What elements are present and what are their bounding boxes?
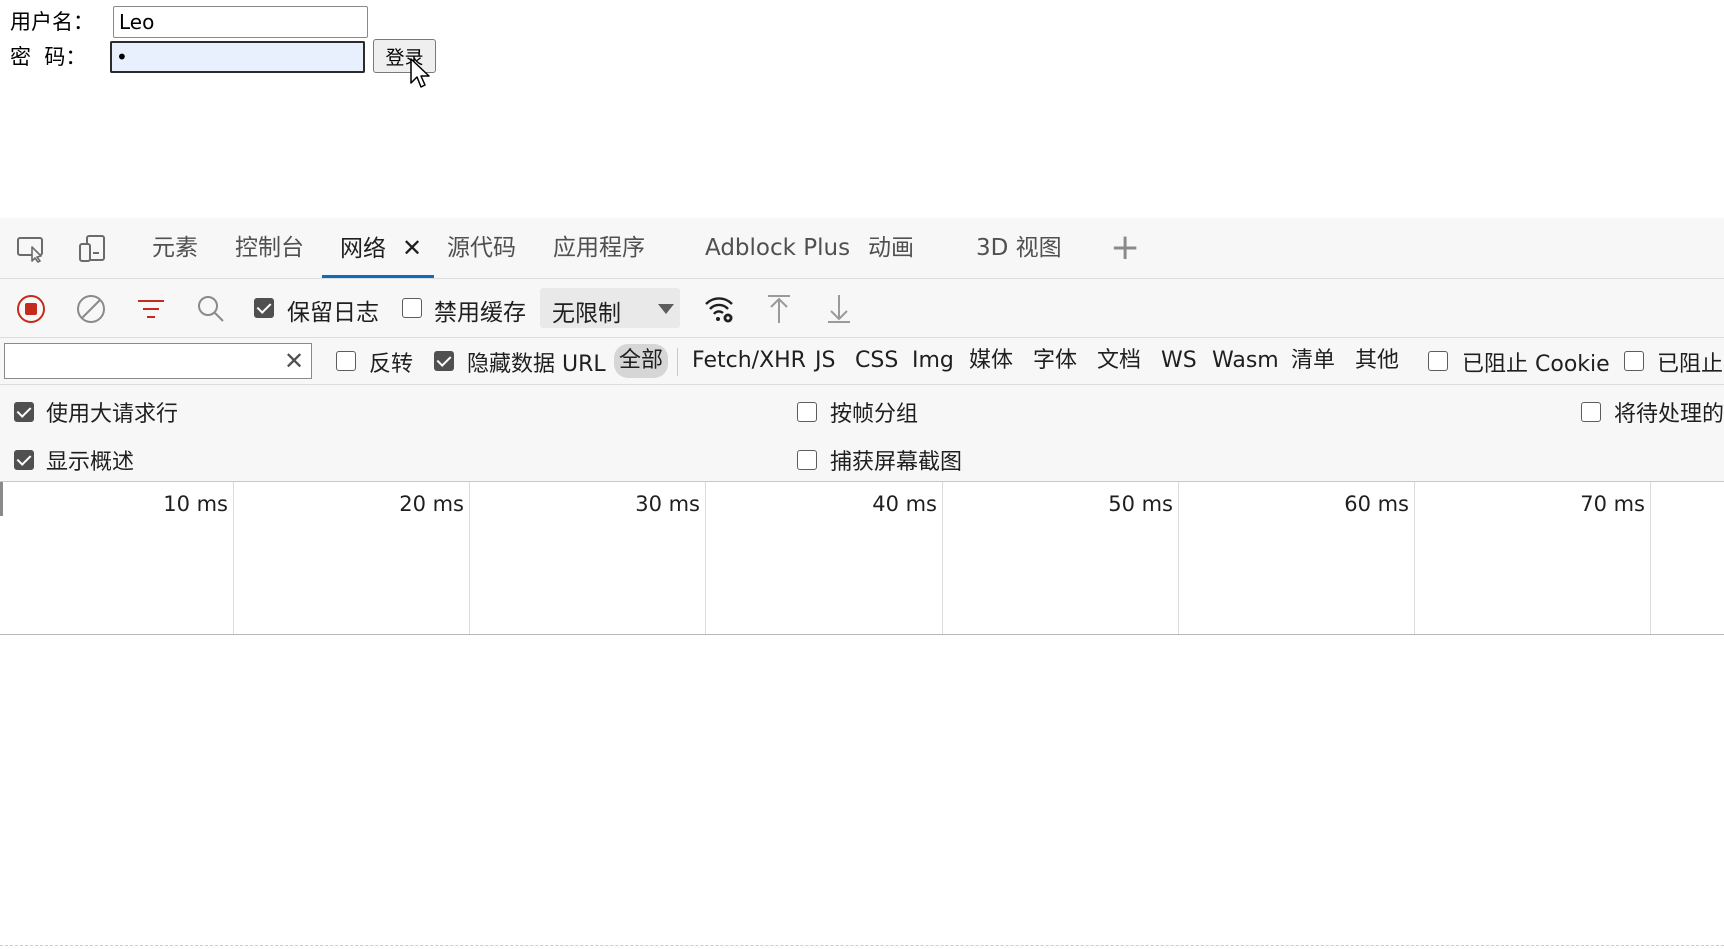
invert-checkbox[interactable] — [336, 351, 356, 371]
filter-type-ws[interactable]: WS — [1156, 344, 1202, 378]
filter-type-doc[interactable]: 文档 — [1092, 344, 1146, 378]
timeline-tick-label: 20 ms — [399, 492, 464, 516]
hide-data-url-label: 隐藏数据 URL — [467, 352, 606, 377]
password-label: 密 码： — [10, 45, 87, 69]
disable-cache-checkbox[interactable] — [402, 298, 422, 318]
device-emulation-icon[interactable] — [75, 232, 109, 266]
add-tab-icon[interactable]: + — [1110, 230, 1140, 266]
tab-animations[interactable]: 动画 — [868, 218, 914, 278]
record-icon[interactable] — [14, 292, 48, 326]
tab-elements[interactable]: 元素 — [152, 218, 198, 278]
tab-network-label: 网络 — [340, 236, 386, 262]
import-har-icon[interactable] — [762, 292, 796, 326]
network-settings: 使用大请求行 显示概述 按帧分组 捕获屏幕截图 将待处理的 — [0, 385, 1724, 482]
blocked-requests-checkbox[interactable] — [1624, 351, 1644, 371]
tab-console[interactable]: 控制台 — [235, 218, 304, 278]
filter-type-js[interactable]: JS — [810, 344, 840, 378]
password-input[interactable] — [110, 41, 365, 73]
timeline-tick-label: 30 ms — [635, 492, 700, 516]
disable-cache-label: 禁用缓存 — [434, 300, 526, 326]
timeline-tick-label: 50 ms — [1108, 492, 1173, 516]
show-overview-checkbox[interactable] — [14, 450, 34, 470]
blocked-cookies-label: 已阻止 Cookie — [1462, 352, 1610, 377]
group-by-frame-label: 按帧分组 — [830, 402, 919, 427]
timeline-tick-label: 10 ms — [163, 492, 228, 516]
group-by-frame-checkbox[interactable] — [797, 402, 817, 422]
timeline-gridline — [1178, 482, 1179, 634]
devtools-panel: 元素 控制台 网络 ✕ 源代码 应用程序 Adblock Plus 动画 3D 视… — [0, 218, 1724, 949]
divider — [0, 945, 1724, 946]
large-rows-label: 使用大请求行 — [46, 402, 179, 427]
export-har-icon[interactable] — [822, 292, 856, 326]
timeline-gridline — [469, 482, 470, 634]
clear-icon[interactable] — [74, 292, 108, 326]
capture-screenshots-checkbox[interactable] — [797, 450, 817, 470]
mouse-cursor-icon — [410, 58, 430, 88]
filter-type-all[interactable]: 全部 — [614, 344, 669, 378]
timeline-gridline — [705, 482, 706, 634]
devtools-tabbar: 元素 控制台 网络 ✕ 源代码 应用程序 Adblock Plus 动画 3D 视… — [0, 218, 1724, 279]
divider — [677, 348, 678, 376]
filter-type-other[interactable]: 其他 — [1350, 344, 1404, 378]
timeline-gridline — [1650, 482, 1651, 634]
blocked-requests-label: 已阻止 — [1657, 352, 1724, 377]
tab-sources[interactable]: 源代码 — [447, 218, 516, 278]
filter-type-wasm[interactable]: Wasm — [1207, 344, 1284, 378]
preserve-log-checkbox[interactable] — [254, 298, 274, 318]
username-label: 用户名： — [10, 10, 94, 34]
filter-type-img[interactable]: Img — [907, 344, 959, 378]
show-overview-label: 显示概述 — [46, 450, 135, 475]
preserve-log-label: 保留日志 — [287, 300, 379, 326]
filter-type-css[interactable]: CSS — [850, 344, 903, 378]
network-conditions-icon[interactable] — [702, 292, 736, 326]
filter-type-media[interactable]: 媒体 — [964, 344, 1018, 378]
timeline-gridline — [942, 482, 943, 634]
login-form: 用户名： 密 码： 登录 — [0, 0, 1724, 215]
filter-type-fetch-xhr[interactable]: Fetch/XHR — [687, 344, 811, 378]
timeline-start-marker — [0, 482, 3, 516]
large-rows-checkbox[interactable] — [14, 402, 34, 422]
chevron-down-icon — [658, 304, 674, 314]
close-icon[interactable]: ✕ — [284, 347, 304, 375]
network-toolbar: 保留日志 禁用缓存 无限制 — [0, 279, 1724, 338]
pending-checkbox[interactable] — [1581, 402, 1601, 422]
timeline-overview[interactable]: 10 ms 20 ms 30 ms 40 ms 50 ms 60 ms 70 m… — [0, 482, 1724, 635]
timeline-tick-label: 60 ms — [1344, 492, 1409, 516]
hide-data-url-checkbox[interactable] — [434, 351, 454, 371]
invert-label: 反转 — [369, 352, 414, 377]
capture-screenshots-label: 捕获屏幕截图 — [830, 450, 963, 475]
tab-adblock-plus[interactable]: Adblock Plus — [705, 218, 850, 278]
filter-type-font[interactable]: 字体 — [1028, 344, 1082, 378]
username-input[interactable] — [113, 6, 368, 38]
inspect-element-icon[interactable] — [14, 232, 48, 266]
tab-3d-view[interactable]: 3D 视图 — [976, 218, 1062, 278]
filter-icon[interactable] — [134, 292, 168, 326]
blocked-cookies-checkbox[interactable] — [1428, 351, 1448, 371]
timeline-tick-label: 70 ms — [1580, 492, 1645, 516]
throttling-select[interactable]: 无限制 — [540, 288, 680, 328]
filter-type-manifest[interactable]: 清单 — [1286, 344, 1340, 378]
filter-input[interactable] — [4, 343, 312, 379]
close-tab-icon[interactable]: ✕ — [402, 234, 422, 262]
timeline-gridline — [1414, 482, 1415, 634]
timeline-tick-label: 40 ms — [872, 492, 937, 516]
tab-network[interactable]: 网络 ✕ — [322, 218, 435, 278]
pending-label: 将待处理的 — [1614, 402, 1724, 427]
throttling-value: 无限制 — [552, 301, 621, 327]
tab-application[interactable]: 应用程序 — [553, 218, 645, 278]
filter-bar: ✕ 反转 隐藏数据 URL 全部 Fetch/XHR JS CSS Img 媒体… — [0, 338, 1724, 385]
search-icon[interactable] — [194, 292, 228, 326]
timeline-gridline — [233, 482, 234, 634]
